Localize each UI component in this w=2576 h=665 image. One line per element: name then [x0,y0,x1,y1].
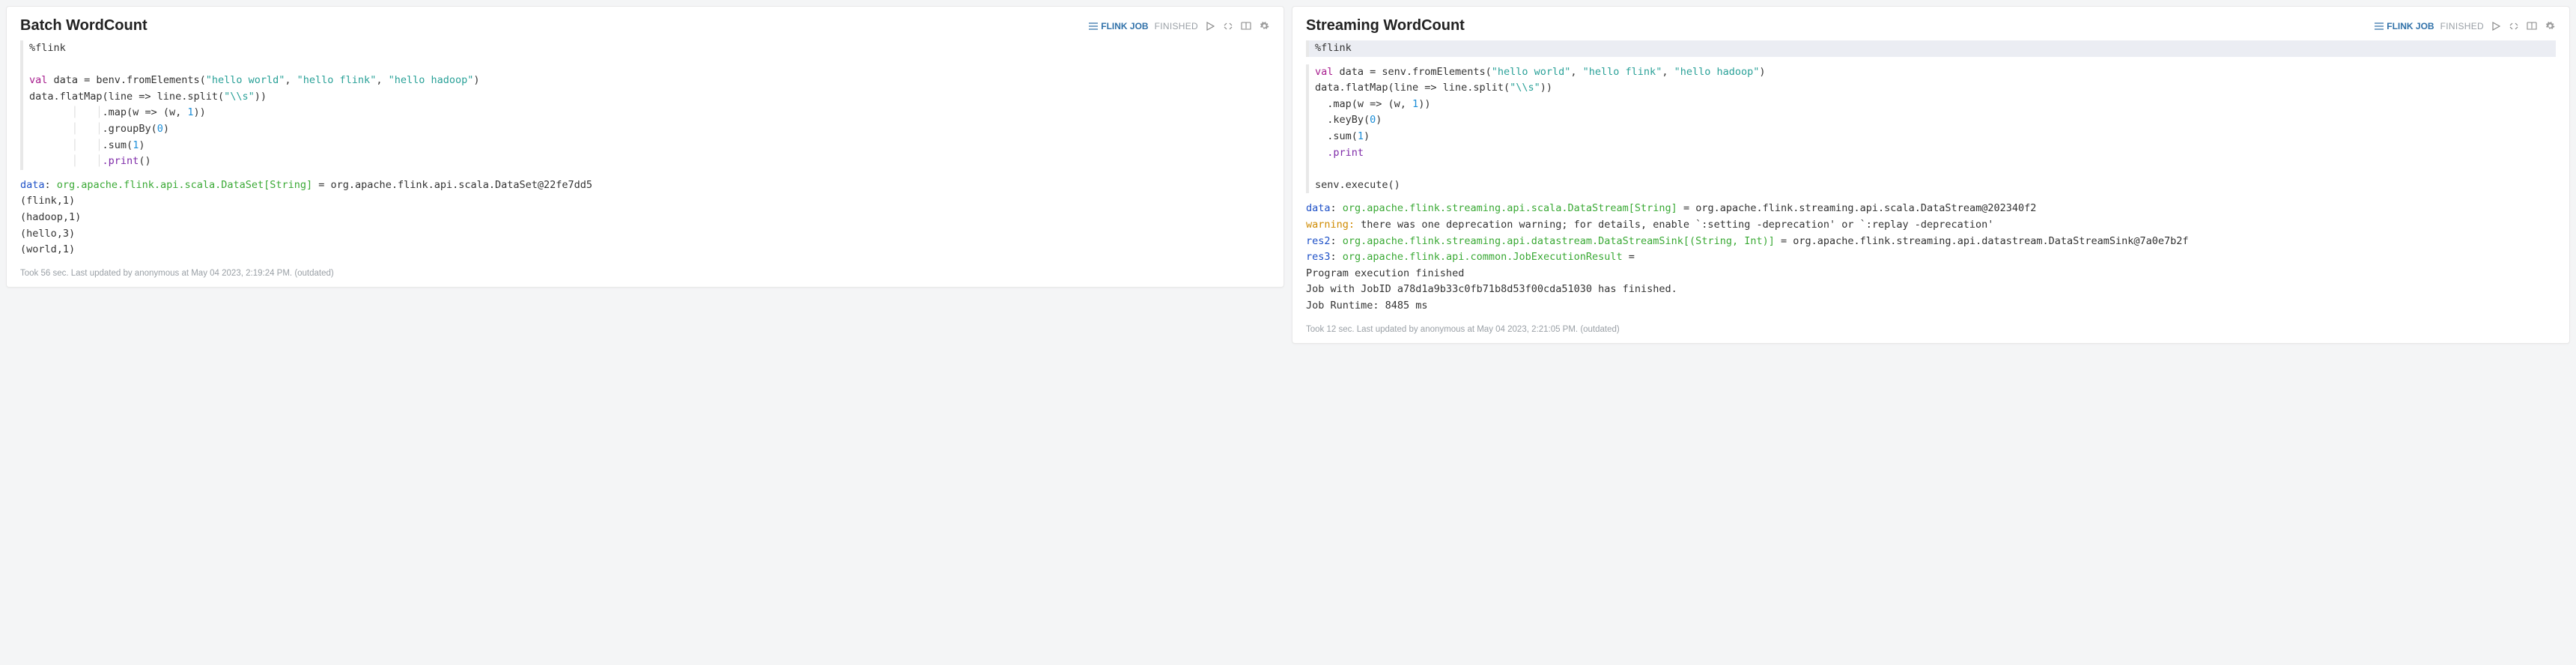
settings-button[interactable] [1258,20,1270,32]
play-icon [2491,22,2500,31]
flink-job-link[interactable]: FLINK JOB [1089,21,1148,31]
run-button[interactable] [2490,20,2502,32]
output-row: (hello,3) [20,228,75,240]
code-editor[interactable]: %flink val data = benv.fromElements("hel… [20,40,1270,170]
book-icon [1241,22,1251,31]
run-button[interactable] [1204,20,1216,32]
output-panel: data: org.apache.flink.api.scala.DataSet… [20,177,1270,258]
interpreter-directive: %flink [29,42,66,54]
play-icon [1206,22,1215,31]
book-button[interactable] [2526,20,2538,32]
cell-footer: Took 12 sec. Last updated by anonymous a… [1306,322,2556,334]
collapse-icon [2509,22,2518,31]
interpreter-directive: %flink [1315,42,1352,54]
settings-button[interactable] [2544,20,2556,32]
gear-icon [1260,21,1269,31]
flink-job-label: FLINK JOB [2387,21,2434,31]
code-editor[interactable]: %flink [1306,40,2556,57]
cell-footer: Took 56 sec. Last updated by anonymous a… [20,266,1270,278]
book-icon [2527,22,2537,31]
status-label: FINISHED [1155,21,1198,31]
cell-title: Streaming WordCount [1306,17,2375,34]
batch-cell: Batch WordCount FLINK JOB FINISHED [6,6,1284,288]
bars-icon [1089,22,1098,30]
output-row: (flink,1) [20,195,75,207]
bars-icon [2375,22,2384,30]
streaming-cell: Streaming WordCount FLINK JOB FINISHED [1292,6,2570,344]
gear-icon [2545,21,2555,31]
cell-header: Streaming WordCount FLINK JOB FINISHED [1306,17,2556,34]
book-button[interactable] [1240,20,1252,32]
status-label: FINISHED [2440,21,2484,31]
output-row: (world,1) [20,243,75,255]
flink-job-link[interactable]: FLINK JOB [2375,21,2434,31]
cell-title: Batch WordCount [20,17,1089,34]
cell-header: Batch WordCount FLINK JOB FINISHED [20,17,1270,34]
output-panel: data: org.apache.flink.streaming.api.sca… [1306,201,2556,314]
cell-toolbar: FLINK JOB FINISHED [1089,20,1270,32]
output-row: (hadoop,1) [20,211,81,223]
collapse-button[interactable] [2508,20,2520,32]
code-editor[interactable]: val data = senv.fromElements("hello worl… [1306,64,2556,194]
cell-toolbar: FLINK JOB FINISHED [2375,20,2556,32]
collapse-button[interactable] [1222,20,1234,32]
flink-job-label: FLINK JOB [1101,21,1148,31]
collapse-icon [1224,22,1233,31]
